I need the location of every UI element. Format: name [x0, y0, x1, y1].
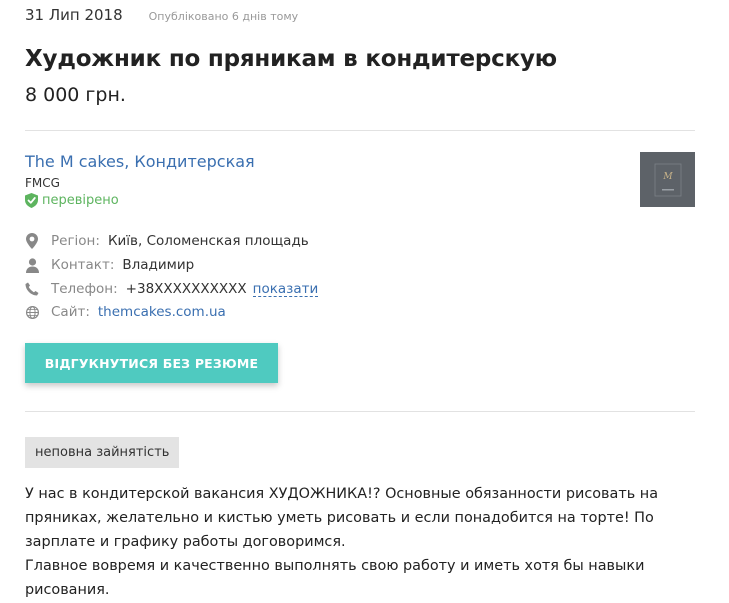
company-logo-icon: M [654, 163, 681, 196]
region-label: Регіон: [51, 233, 100, 249]
divider-top [25, 130, 695, 131]
verified-badge: перевірено [25, 193, 119, 208]
phone-value: +38XXXXXXXXXX [125, 281, 247, 297]
globe-icon [25, 304, 39, 320]
company-logo[interactable]: M [640, 152, 695, 207]
region-value: Київ, Соломенская площадь [107, 233, 309, 249]
shield-check-icon [25, 193, 38, 208]
region-row: Регіон: Київ, Соломенская площадь [25, 231, 309, 251]
published-ago: Опубліковано 6 днів тому [148, 10, 299, 23]
company-sector: FMCG [25, 176, 60, 190]
verified-label: перевірено [42, 193, 119, 208]
show-phone-link[interactable]: показати [252, 282, 319, 297]
contact-label: Контакт: [51, 257, 115, 273]
vacancy-title: Художник по пряникам в кондитерскую [25, 46, 557, 72]
person-icon [25, 257, 39, 273]
site-link[interactable]: themcakes.com.ua [98, 304, 226, 320]
vacancy-description: У нас в кондитерской вакансия ХУДОЖНИКА!… [25, 482, 715, 602]
svg-text:M: M [662, 172, 673, 182]
phone-icon [25, 281, 39, 297]
vacancy-date: 31 Лип 2018 [25, 6, 123, 24]
divider-bottom [25, 411, 695, 412]
description-paragraph: У нас в кондитерской вакансия ХУДОЖНИКА!… [25, 486, 659, 550]
phone-label: Телефон: [51, 281, 118, 297]
vacancy-meta: 31 Лип 2018 Опубліковано 6 днів тому [25, 6, 298, 24]
contact-value: Владимир [122, 257, 195, 273]
company-name-link[interactable]: The M cakes, Кондитерская [25, 152, 255, 171]
apply-without-resume-button[interactable]: ВІДГУКНУТИСЯ БЕЗ РЕЗЮМЕ [25, 343, 278, 383]
contact-row: Контакт: Владимир [25, 255, 194, 275]
site-row: Сайт: themcakes.com.ua [25, 302, 226, 322]
vacancy-salary: 8 000 грн. [25, 84, 126, 106]
phone-row: Телефон: +38XXXXXXXXXX показати [25, 279, 319, 299]
employment-type-tag: неповна зайнятість [25, 437, 180, 468]
description-paragraph: Главное вовремя и качественно выполнять … [25, 558, 645, 598]
location-pin-icon [25, 233, 39, 249]
site-label: Сайт: [51, 304, 90, 320]
